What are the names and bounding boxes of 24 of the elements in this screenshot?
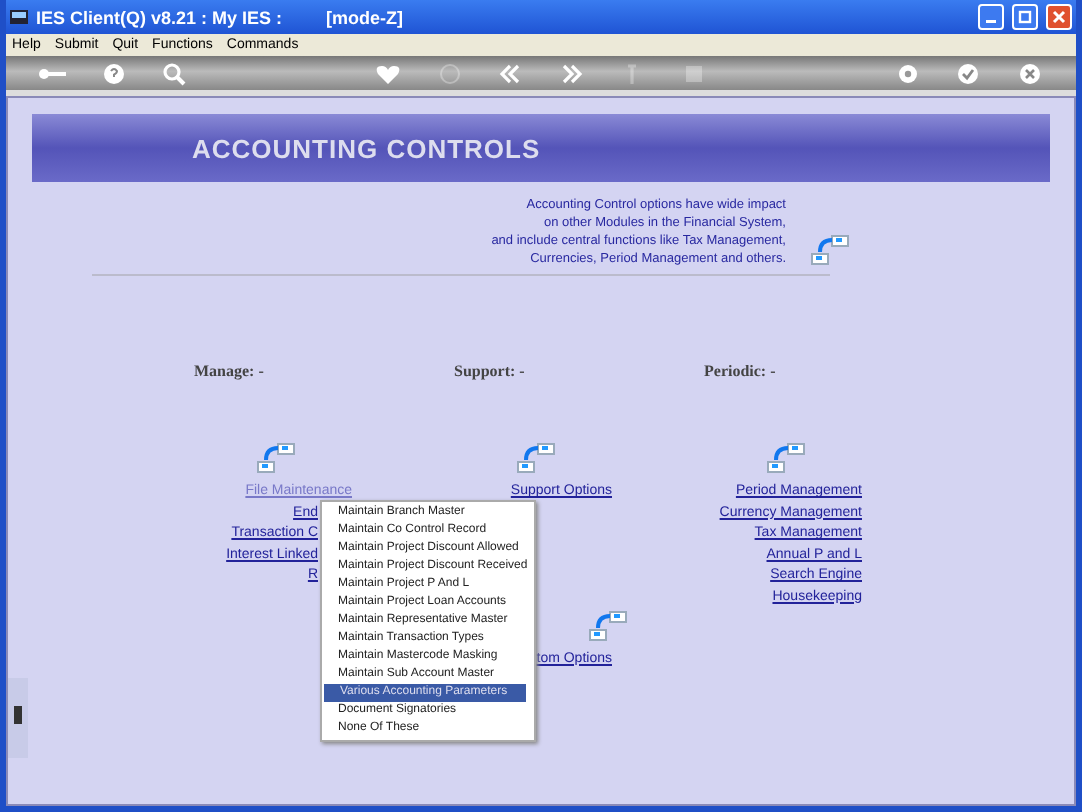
- check-icon[interactable]: [954, 61, 983, 85]
- close-icon: [1052, 10, 1066, 24]
- connection-icon: [256, 442, 296, 474]
- close-button[interactable]: [1046, 4, 1072, 30]
- maximize-icon: [1018, 10, 1032, 24]
- page-title: ACCOUNTING CONTROLS: [192, 133, 541, 163]
- minimize-button[interactable]: [978, 4, 1004, 30]
- close-icon[interactable]: [1015, 61, 1044, 85]
- search-icon[interactable]: [160, 61, 189, 85]
- connection-icon: [766, 442, 806, 474]
- connection-icon: [588, 609, 628, 641]
- section-heading: Support: -: [454, 362, 525, 380]
- double-left-arrow-icon[interactable]: [496, 61, 525, 85]
- app-icon: [10, 8, 28, 26]
- window-title: IES Client(Q) v8.21 : My IES :: [36, 7, 283, 27]
- section-heading: Periodic: -: [704, 362, 776, 380]
- section-heading: Manage: -: [194, 362, 264, 380]
- connection-icon: [810, 234, 850, 266]
- mode-label: [mode-Z]: [326, 7, 404, 27]
- double-right-arrow-icon[interactable]: [557, 61, 586, 85]
- connection-icon: [516, 442, 556, 474]
- help-icon[interactable]: [99, 61, 128, 85]
- heart-icon[interactable]: [374, 61, 403, 85]
- maximize-button[interactable]: [1012, 4, 1038, 30]
